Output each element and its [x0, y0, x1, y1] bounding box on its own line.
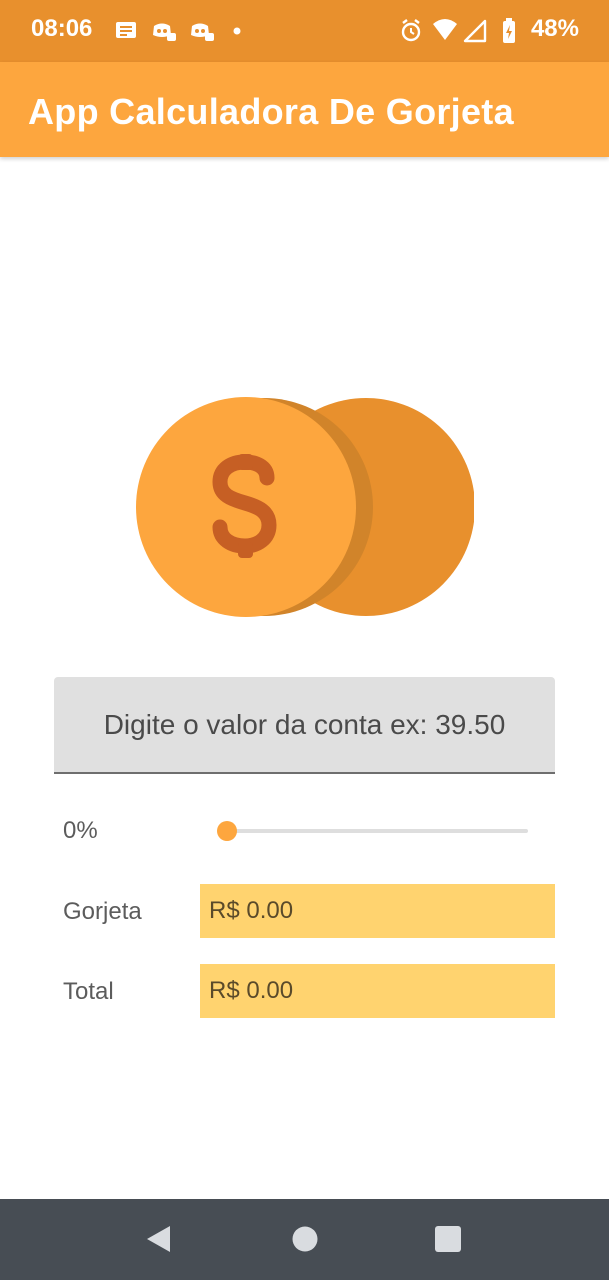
- signal-icon: [463, 19, 487, 43]
- tip-slider-track[interactable]: [227, 829, 528, 833]
- status-notification-icons: [116, 22, 241, 41]
- navigation-bar: [0, 1199, 609, 1280]
- tip-amount-label: Gorjeta: [63, 898, 142, 925]
- battery-percent: 48%: [530, 15, 579, 42]
- status-system-icons: [401, 18, 515, 43]
- app-bar: App Calculadora De Gorjeta: [0, 62, 609, 157]
- battery-icon: [503, 18, 515, 43]
- back-icon[interactable]: [146, 1225, 172, 1253]
- alarm-icon: [401, 19, 421, 42]
- coins-dollar-icon: [136, 397, 474, 617]
- notes-icon: [116, 22, 136, 38]
- home-icon[interactable]: [291, 1225, 319, 1253]
- dot-icon: [233, 27, 241, 35]
- bill-amount-input[interactable]: [54, 677, 555, 774]
- wifi-icon: [433, 19, 457, 40]
- app-title: App Calculadora De Gorjeta: [28, 91, 514, 132]
- status-time: 08:06: [31, 15, 93, 42]
- recents-icon[interactable]: [434, 1225, 462, 1253]
- discord-icon: [191, 23, 214, 41]
- tip-slider-thumb[interactable]: [217, 821, 237, 841]
- tip-percent-label: 0%: [63, 817, 98, 844]
- total-amount-label: Total: [63, 978, 114, 1005]
- total-amount-value: R$ 0.00: [200, 964, 555, 1018]
- discord-icon: [153, 23, 176, 41]
- status-bar: 08:06 48%: [0, 0, 609, 62]
- tip-amount-value: R$ 0.00: [200, 884, 555, 938]
